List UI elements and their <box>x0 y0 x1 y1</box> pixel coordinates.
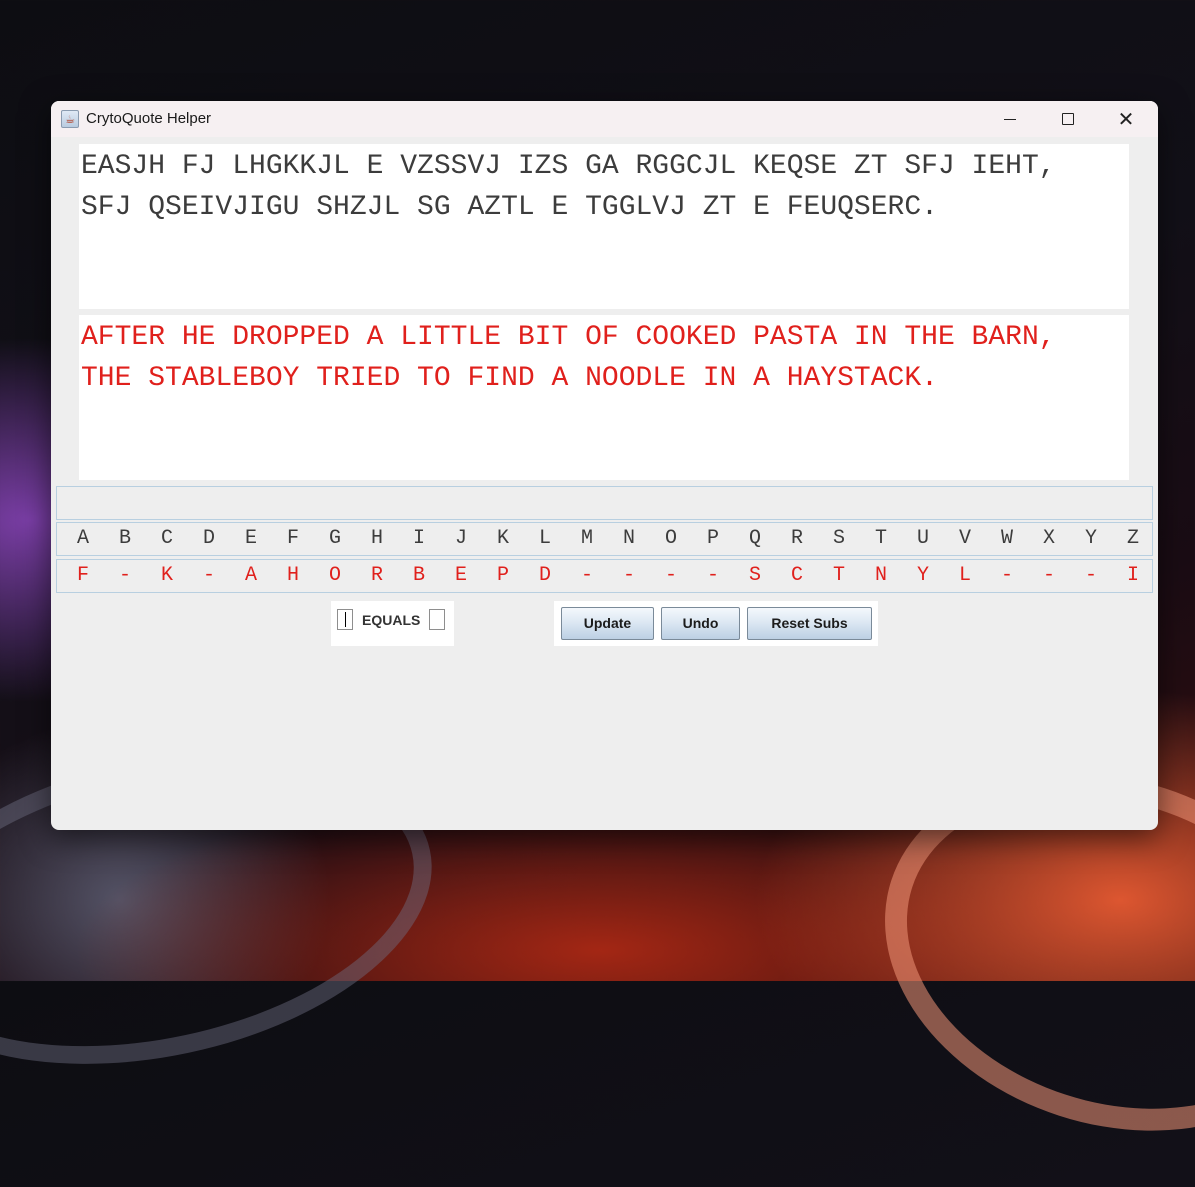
substitution-letter-r: C <box>790 564 803 587</box>
substitution-letter-a: F <box>76 564 89 587</box>
alphabet-letter-e: E <box>244 527 257 550</box>
alphabet-letter-l: L <box>538 527 551 550</box>
alphabet-letter-p: P <box>706 527 719 550</box>
plain-text-area[interactable]: AFTER HE DROPPED A LITTLE BIT OF COOKED … <box>79 315 1129 480</box>
substitution-letter-w: - <box>1000 564 1013 587</box>
substitution-letter-p: - <box>706 564 719 587</box>
substitution-letter-n: - <box>622 564 635 587</box>
plain-letter-field[interactable] <box>429 609 445 630</box>
alphabet-row: A B C D E F G H I J K L M N O P Q R S T U V W X Y Z <box>56 522 1153 556</box>
substitution-letter-x: - <box>1042 564 1055 587</box>
minimize-button[interactable] <box>981 101 1039 137</box>
window-title: CrytoQuote Helper <box>86 110 212 127</box>
alphabet-letter-b: B <box>118 527 131 550</box>
equals-label: EQUALS <box>362 612 421 628</box>
close-button[interactable]: ✕ <box>1097 101 1155 137</box>
substitution-letter-h: R <box>370 564 383 587</box>
maximize-icon <box>1062 113 1074 125</box>
alphabet-letter-z: Z <box>1126 527 1139 550</box>
alphabet-letter-a: A <box>76 527 89 550</box>
substitution-input-strip[interactable] <box>56 486 1153 520</box>
undo-button[interactable]: Undo <box>661 607 740 640</box>
substitution-letter-k: P <box>496 564 509 587</box>
button-panel: Update Undo Reset Subs <box>554 601 878 646</box>
alphabet-letter-f: F <box>286 527 299 550</box>
substitution-letter-f: H <box>286 564 299 587</box>
substitution-row: F-K-AHORBEPD----SCTNYL---I <box>56 559 1153 593</box>
substitution-letter-e: A <box>244 564 257 587</box>
substitution-letter-s: T <box>832 564 845 587</box>
substitution-letter-u: Y <box>916 564 929 587</box>
app-window: ☕ CrytoQuote Helper ✕ EASJH FJ LHGKKJL E… <box>51 101 1158 830</box>
substitution-letter-v: L <box>958 564 971 587</box>
alphabet-letter-o: O <box>664 527 677 550</box>
alphabet-letter-r: R <box>790 527 803 550</box>
substitution-letter-q: S <box>748 564 761 587</box>
alphabet-letter-g: G <box>328 527 341 550</box>
update-button[interactable]: Update <box>561 607 654 640</box>
cipher-letter-field[interactable] <box>337 609 353 630</box>
substitution-letter-b: - <box>118 564 131 587</box>
close-icon: ✕ <box>1117 107 1135 131</box>
substitution-letter-g: O <box>328 564 341 587</box>
alphabet-letter-i: I <box>412 527 425 550</box>
alphabet-letter-h: H <box>370 527 383 550</box>
substitution-letter-m: - <box>580 564 593 587</box>
alphabet-letter-k: K <box>496 527 509 550</box>
substitution-letter-i: B <box>412 564 425 587</box>
alphabet-letter-s: S <box>832 527 845 550</box>
substitution-letter-y: - <box>1084 564 1097 587</box>
minimize-icon <box>1004 118 1016 120</box>
cipher-text-area[interactable]: EASJH FJ LHGKKJL E VZSSVJ IZS GA RGGCJL … <box>79 144 1129 309</box>
alphabet-letter-m: M <box>580 527 593 550</box>
alphabet-letter-q: Q <box>748 527 761 550</box>
maximize-button[interactable] <box>1039 101 1097 137</box>
alphabet-letter-x: X <box>1042 527 1055 550</box>
alphabet-letter-n: N <box>622 527 635 550</box>
substitution-letter-d: - <box>202 564 215 587</box>
substitution-letter-j: E <box>454 564 467 587</box>
alphabet-letter-y: Y <box>1084 527 1097 550</box>
alphabet-letter-j: J <box>454 527 467 550</box>
alphabet-letter-v: V <box>958 527 971 550</box>
alphabet-letter-u: U <box>916 527 929 550</box>
java-cup-icon: ☕ <box>61 110 79 128</box>
alphabet-letter-t: T <box>874 527 887 550</box>
title-bar[interactable]: ☕ CrytoQuote Helper ✕ <box>51 101 1158 137</box>
substitution-letter-t: N <box>874 564 887 587</box>
substitution-letter-z: I <box>1126 564 1139 587</box>
alphabet-letter-c: C <box>160 527 173 550</box>
substitution-letter-l: D <box>538 564 551 587</box>
substitution-letter-c: K <box>160 564 173 587</box>
reset-subs-button[interactable]: Reset Subs <box>747 607 872 640</box>
alphabet-letter-w: W <box>1000 527 1013 550</box>
substitution-letter-o: - <box>664 564 677 587</box>
equals-panel: EQUALS <box>331 601 454 646</box>
alphabet-letter-d: D <box>202 527 215 550</box>
